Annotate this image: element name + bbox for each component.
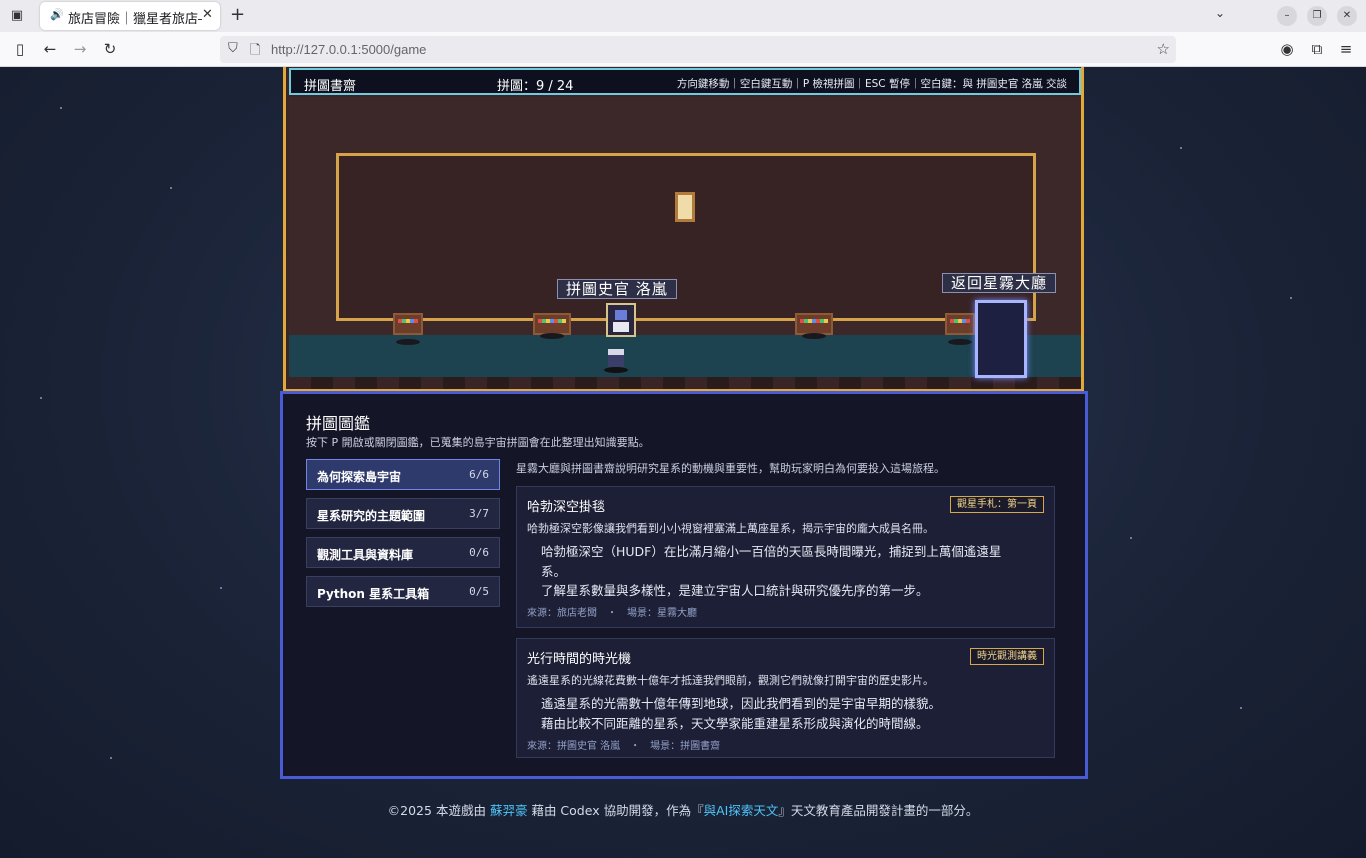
card-badge: 時光觀測講義 xyxy=(970,648,1044,665)
project-link[interactable]: 與AI探索天文 xyxy=(704,803,779,818)
card-points: 哈勃極深空（HUDF）在比滿月縮小一百倍的天區長時間曝光，捕捉到上萬個遙遠星系。… xyxy=(541,542,1021,601)
page-footer: ©2025 本遊戲由 蘇羿豪 藉由 Codex 協助開發，作為『與AI探索天文』… xyxy=(0,800,1366,819)
page-icon: 🗋 xyxy=(250,43,261,58)
footer-prefix: ©2025 本遊戲由 xyxy=(387,803,486,818)
game-hud: 拼圖書齋 拼圖：9 / 24 方向鍵移動｜空白鍵互動｜P 檢視拼圖｜ESC 暫停… xyxy=(289,68,1081,95)
card-source: 來源：旅店老闆 ・ 場景：星霧大廳 xyxy=(527,608,697,619)
npc-name-label: 拼圖史官 洛嵐 xyxy=(557,279,677,299)
card-point: 藉由比較不同距離的星系，天文學家能重建星系形成與演化的時間線。 xyxy=(541,715,929,731)
author-link[interactable]: 蘇羿豪 xyxy=(490,803,528,818)
card-source: 來源：拼圖史官 洛嵐 ・ 場景：拼圖書齋 xyxy=(527,741,721,752)
card-title: 哈勃深空掛毯 xyxy=(527,500,606,515)
category-label: 為何探索島宇宙 xyxy=(317,470,402,484)
category-count: 0/6 xyxy=(469,546,489,559)
panel-subtitle: 按下 P 開啟或關閉圖鑑，已蒐集的島宇宙拼圖會在此整理出知識要點。 xyxy=(306,436,650,449)
knowledge-card: 光行時間的時光機 時光觀測講義 遙遠星系的光線花費數十億年才抵達我們眼前，觀測它… xyxy=(516,638,1055,758)
forward-icon[interactable]: → xyxy=(70,40,90,58)
category-label: 觀測工具與資料庫 xyxy=(317,548,414,562)
bookshelf-icon xyxy=(945,313,975,335)
tab-list-icon[interactable]: ▣ xyxy=(8,7,26,25)
bookshelf-icon xyxy=(795,313,833,335)
card-title: 光行時間的時光機 xyxy=(527,652,632,667)
controls-help: 方向鍵移動｜空白鍵互動｜P 檢視拼圖｜ESC 暫停｜空白鍵：與 拼圖史官 洛嵐 … xyxy=(676,78,1067,90)
url-text[interactable]: http://127.0.0.1:5000/game xyxy=(271,42,426,57)
back-icon[interactable]: ← xyxy=(40,40,60,58)
category-tools-databases[interactable]: 觀測工具與資料庫 0/6 xyxy=(306,537,500,568)
category-research-topics[interactable]: 星系研究的主題範圍 3/7 xyxy=(306,498,500,529)
game-canvas[interactable]: 拼圖史官 洛嵐 返回星霧大廳 拼圖書齋 拼圖：9 / 24 方向鍵移動｜空白鍵互… xyxy=(283,67,1084,392)
browser-tab[interactable]: 🔊 旅店冒險｜獵星者旅店— ✕ xyxy=(40,2,220,30)
category-count: 0/5 xyxy=(469,585,489,598)
footer-suffix: 』天文教育產品開發計畫的一部分。 xyxy=(778,803,979,818)
player-shadow xyxy=(604,367,628,373)
category-label: Python 星系工具箱 xyxy=(317,587,430,601)
card-points: 遙遠星系的光需數十億年傳到地球，因此我們看到的是宇宙早期的樣貌。 藉由比較不同距… xyxy=(541,694,1021,733)
minimize-icon[interactable]: – xyxy=(1277,6,1297,26)
bookshelf-icon xyxy=(533,313,571,335)
exit-label: 返回星霧大廳 xyxy=(942,273,1057,293)
card-description: 哈勃極深空影像讓我們看到小小視窗裡塞滿上萬座星系，揭示宇宙的龐大成員名冊。 xyxy=(527,522,934,535)
browser-tab-bar: ▣ 🔊 旅店冒險｜獵星者旅店— ✕ + ⌄ – ❐ ✕ xyxy=(0,0,1366,32)
account-icon[interactable]: ◉ xyxy=(1277,40,1297,58)
speaker-icon[interactable]: 🔊 xyxy=(50,8,64,21)
card-badge: 觀星手札：第一頁 xyxy=(950,496,1044,513)
scroll-icon xyxy=(675,192,695,222)
category-python-toolbox[interactable]: Python 星系工具箱 0/5 xyxy=(306,576,500,607)
sidebar-icon[interactable]: ▯ xyxy=(10,40,30,58)
npc-archivist[interactable] xyxy=(606,303,636,337)
bookshelf-icon xyxy=(393,313,423,335)
extensions-icon[interactable]: ⧉ xyxy=(1307,40,1327,58)
puzzle-encyclopedia-panel: 拼圖圖鑑 按下 P 開啟或關閉圖鑑，已蒐集的島宇宙拼圖會在此整理出知識要點。 為… xyxy=(280,391,1088,779)
player-character xyxy=(608,349,624,367)
category-label: 星系研究的主題範圍 xyxy=(317,509,426,523)
puzzle-board xyxy=(336,153,1036,321)
shield-icon[interactable]: ⛉ xyxy=(228,41,238,56)
floor-edge xyxy=(289,377,1081,389)
tab-title: 旅店冒險｜獵星者旅店— xyxy=(68,11,202,26)
new-tab-icon[interactable]: + xyxy=(230,4,245,25)
footer-middle: 藉由 Codex 協助開發，作為『 xyxy=(531,803,704,818)
panel-title: 拼圖圖鑑 xyxy=(306,414,371,433)
category-intro: 星霧大廳與拼圖書齋說明研究星系的動機與重要性，幫助玩家明白為何要投入這場旅程。 xyxy=(516,462,945,475)
menu-icon[interactable]: ≡ xyxy=(1336,40,1356,58)
card-point: 遙遠星系的光需數十億年傳到地球，因此我們看到的是宇宙早期的樣貌。 xyxy=(541,696,942,711)
knowledge-card: 哈勃深空掛毯 觀星手札：第一頁 哈勃極深空影像讓我們看到小小視窗裡塞滿上萬座星系… xyxy=(516,486,1055,628)
chevron-down-icon[interactable]: ⌄ xyxy=(1215,6,1225,20)
category-count: 3/7 xyxy=(469,507,489,520)
reload-icon[interactable]: ↻ xyxy=(100,40,120,58)
puzzle-counter: 拼圖：9 / 24 xyxy=(497,79,574,94)
url-bar[interactable]: ⛉ 🗋 http://127.0.0.1:5000/game ☆ xyxy=(220,36,1176,63)
browser-nav-bar: ▯ ← → ↻ ⛉ 🗋 http://127.0.0.1:5000/game ☆… xyxy=(0,32,1366,67)
card-description: 遙遠星系的光線花費數十億年才抵達我們眼前，觀測它們就像打開宇宙的歷史影片。 xyxy=(527,674,934,687)
card-point: 了解星系數量與多樣性，是建立宇宙人口統計與研究優先序的第一步。 xyxy=(541,583,929,598)
location-name: 拼圖書齋 xyxy=(304,79,357,94)
exit-door[interactable] xyxy=(975,300,1027,378)
bookmark-star-icon[interactable]: ☆ xyxy=(1157,40,1170,58)
close-window-icon[interactable]: ✕ xyxy=(1337,6,1357,26)
card-point: 哈勃極深空（HUDF）在比滿月縮小一百倍的天區長時間曝光，捕捉到上萬個遙遠星系。 xyxy=(541,544,1002,579)
close-tab-icon[interactable]: ✕ xyxy=(202,7,213,22)
category-count: 6/6 xyxy=(469,468,489,481)
restore-icon[interactable]: ❐ xyxy=(1307,6,1327,26)
category-why-explore[interactable]: 為何探索島宇宙 6/6 xyxy=(306,459,500,490)
